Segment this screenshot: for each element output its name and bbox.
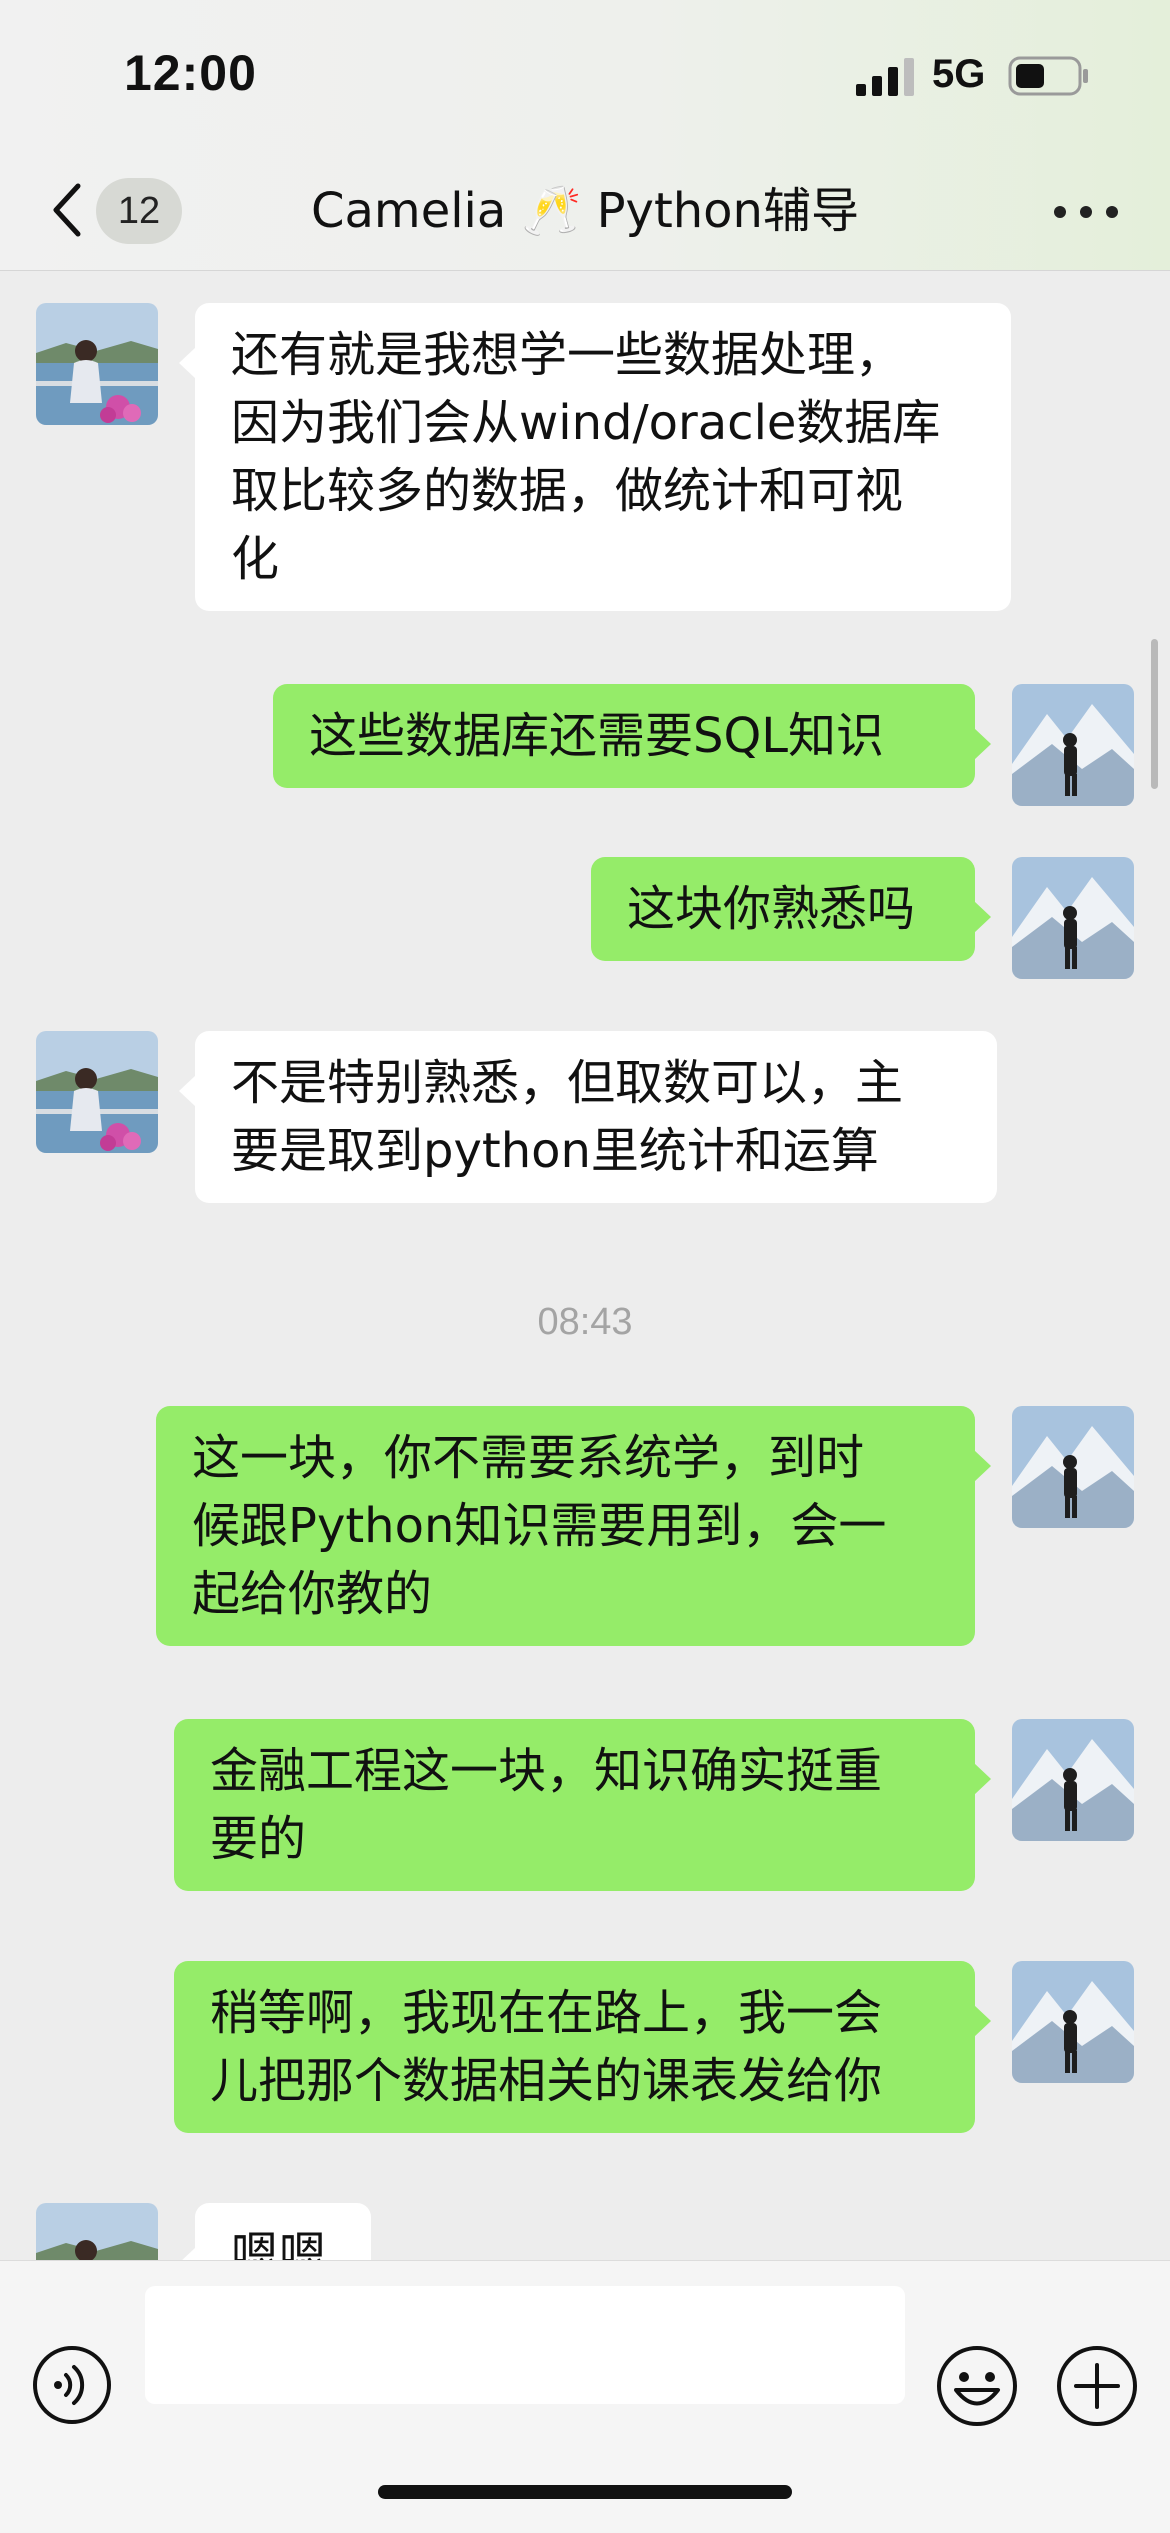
message-text: 因为我们会从wind/oracle数据库 (231, 395, 941, 451)
message-text: 不是特别熟悉，但取数可以，主 (231, 1055, 904, 1111)
unread-count-badge: 12 (96, 178, 182, 244)
message-text: 这一块，你不需要系统学，到时 (192, 1430, 865, 1486)
my-avatar-photo (1012, 857, 1134, 979)
message-bubble-self[interactable]: 稍等啊，我现在在路上，我一会 儿把那个数据相关的课表发给你 (174, 1961, 991, 2133)
back-button[interactable]: 12 (40, 176, 188, 246)
peer-avatar[interactable] (36, 1031, 158, 1153)
more-dots-icon (1054, 206, 1066, 218)
peer-avatar-photo (36, 2203, 158, 2260)
message-text: 化 (231, 531, 280, 587)
message-bubble-peer[interactable]: 不是特别熟悉，但取数可以，主 要是取到python里统计和运算 (179, 1031, 997, 1203)
message-text: 起给你教的 (192, 1566, 433, 1622)
peer-avatar[interactable] (36, 2203, 158, 2260)
status-bar: 12:00 5G (0, 0, 1170, 150)
chat-title: Camelia 🥂 Python辅导 (311, 183, 859, 239)
input-bar (0, 2260, 1170, 2533)
more-dots-icon (1080, 206, 1092, 218)
message-bubble-self[interactable]: 这一块，你不需要系统学，到时 候跟Python知识需要用到，会一 起给你教的 (156, 1406, 991, 1646)
message-text: 取比较多的数据，做统计和可视 (231, 463, 904, 519)
my-avatar-photo (1012, 1719, 1134, 1841)
message-text: 要的 (210, 1811, 307, 1867)
peer-avatar-photo (36, 303, 158, 425)
message-text: 这些数据库还需要SQL知识 (309, 708, 884, 764)
message-text: 儿把那个数据相关的课表发给你 (210, 2053, 883, 2109)
battery-icon (1008, 56, 1088, 96)
cellular-signal-icon (856, 58, 914, 96)
plus-icon[interactable] (1056, 2345, 1138, 2427)
chat-header: 12 Camelia 🥂 Python辅导 (0, 150, 1170, 271)
message-text: 要是取到python里统计和运算 (231, 1123, 879, 1179)
home-indicator[interactable] (378, 2485, 792, 2499)
message-bubble-self[interactable]: 这块你熟悉吗 (591, 857, 991, 961)
message-timestamp: 08:43 (537, 1301, 633, 1343)
more-options-button[interactable] (1050, 180, 1122, 240)
message-text: 金融工程这一块，知识确实挺重 (210, 1743, 883, 1799)
more-dots-icon (1106, 206, 1118, 218)
message-text: 还有就是我想学一些数据处理， (231, 327, 904, 383)
message-text: 候跟Python知识需要用到，会一 (192, 1498, 887, 1554)
chevron-left-icon (53, 183, 81, 237)
network-type: 5G (932, 52, 986, 96)
message-list[interactable]: 还有就是我想学一些数据处理， 因为我们会从wind/oracle数据库 取比较多… (0, 271, 1170, 2260)
my-avatar-photo (1012, 1961, 1134, 2083)
message-input[interactable] (145, 2286, 905, 2404)
message-text: 嗯嗯 (231, 2227, 328, 2260)
scroll-indicator[interactable] (1151, 639, 1158, 789)
my-avatar-photo (1012, 684, 1134, 806)
my-avatar[interactable] (1012, 1719, 1134, 1841)
message-bubble-self[interactable]: 金融工程这一块，知识确实挺重 要的 (174, 1719, 991, 1891)
message-text: 稍等啊，我现在在路上，我一会 (210, 1985, 883, 2041)
message-bubble-self[interactable]: 这些数据库还需要SQL知识 (273, 684, 991, 788)
my-avatar[interactable] (1012, 1961, 1134, 2083)
emoji-icon[interactable] (936, 2345, 1018, 2427)
my-avatar[interactable] (1012, 1406, 1134, 1528)
peer-avatar[interactable] (36, 303, 158, 425)
message-text: 这块你熟悉吗 (627, 881, 916, 937)
voice-input-icon[interactable] (32, 2345, 112, 2425)
my-avatar-photo (1012, 1406, 1134, 1528)
message-bubble-peer[interactable]: 还有就是我想学一些数据处理， 因为我们会从wind/oracle数据库 取比较多… (179, 303, 1011, 611)
my-avatar[interactable] (1012, 684, 1134, 806)
message-bubble-peer[interactable]: 嗯嗯 (179, 2203, 371, 2260)
my-avatar[interactable] (1012, 857, 1134, 979)
status-time: 12:00 (124, 45, 257, 101)
peer-avatar-photo (36, 1031, 158, 1153)
